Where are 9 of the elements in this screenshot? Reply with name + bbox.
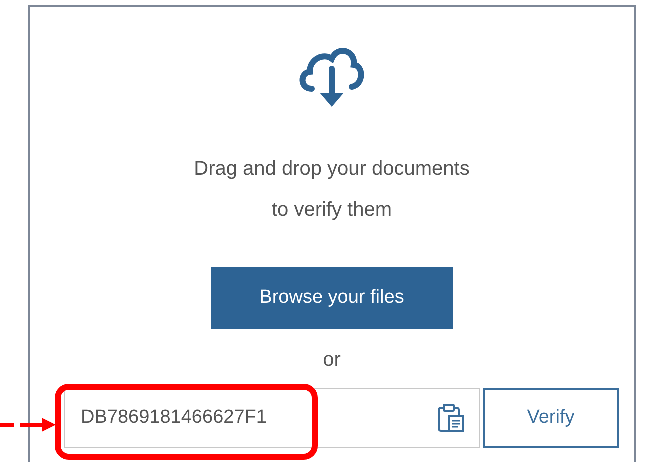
- clipboard-icon[interactable]: [437, 403, 465, 433]
- or-separator-text: or: [323, 349, 341, 372]
- drop-prompt-text: Drag and drop your documents: [194, 157, 470, 182]
- verify-button[interactable]: Verify: [483, 388, 619, 448]
- code-entry-frame[interactable]: DB7869181466627F1: [64, 388, 480, 448]
- drop-prompt-text: to verify them: [270, 198, 394, 223]
- pointer-arrow: [0, 417, 56, 433]
- browse-files-button[interactable]: Browse your files: [211, 267, 453, 329]
- code-text-input[interactable]: DB7869181466627F1: [79, 406, 429, 430]
